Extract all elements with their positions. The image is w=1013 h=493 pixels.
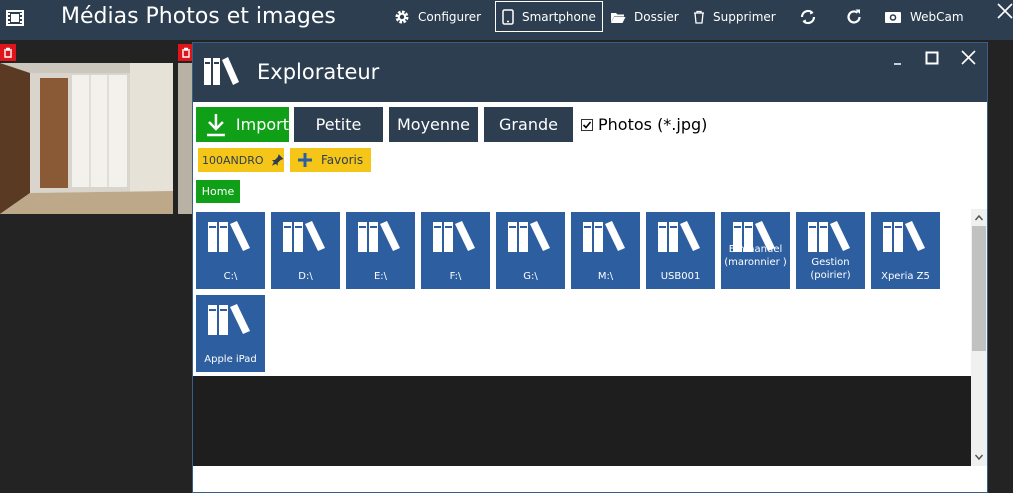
drive-label: C:\ <box>223 271 238 282</box>
drive-label: D:\ <box>298 271 313 282</box>
plus-icon <box>298 153 312 167</box>
books-icon <box>208 221 250 252</box>
chevron-up-icon[interactable] <box>974 213 984 223</box>
books-icon <box>433 221 475 252</box>
app-header: Médias Photos et images Configurer Smart… <box>0 0 1013 40</box>
configure-button[interactable]: Configurer <box>394 2 481 32</box>
sync-icon <box>800 9 816 25</box>
drive-label: Xperia Z5 <box>881 271 930 282</box>
explorer-title: Explorateur <box>257 60 380 84</box>
explorer-window: Explorateur Import Petite Moyenne Grande… <box>192 42 988 493</box>
folder-button[interactable]: Dossier <box>610 2 679 32</box>
photos-filter-checkbox[interactable] <box>581 118 593 131</box>
trash-icon <box>694 10 704 24</box>
drive-label: F:\ <box>449 271 462 282</box>
folder-open-icon <box>611 13 626 23</box>
photo-thumbnail[interactable] <box>0 63 173 214</box>
drive-label: Apple iPad <box>204 354 257 365</box>
minimize-icon[interactable] <box>893 55 903 65</box>
smartphone-button[interactable]: Smartphone <box>495 1 603 32</box>
preview-area <box>193 376 971 466</box>
drive-tile[interactable]: F:\ <box>421 212 490 289</box>
books-icon <box>658 221 700 252</box>
webcam-button[interactable]: WebCam <box>884 2 964 32</box>
check-icon <box>582 120 592 129</box>
photos-filter[interactable]: Photos (*.jpg) <box>581 115 707 134</box>
delete-label: Supprimer <box>713 10 776 24</box>
drive-label: USB001 <box>660 271 701 282</box>
refresh-button[interactable] <box>845 2 871 32</box>
books-icon <box>883 221 925 252</box>
breadcrumb-home[interactable]: Home <box>196 180 240 203</box>
books-icon <box>358 221 400 252</box>
import-label: Import <box>235 115 289 134</box>
size-large-button[interactable]: Grande <box>484 107 573 142</box>
drive-tile[interactable]: USB001 <box>646 212 715 289</box>
folder-label: Dossier <box>634 10 679 24</box>
drive-tile[interactable]: Gestion (poirier) <box>796 212 865 289</box>
explorer-header: Explorateur <box>193 43 987 102</box>
books-icon <box>808 221 850 252</box>
pinned-folder-label: 100ANDRO <box>202 153 264 167</box>
drive-grid: C:\ D:\ E:\ F:\ G:\ M:\ USB001 Emmanuel <box>193 209 971 375</box>
drive-label: Gestion (poirier) <box>810 257 851 281</box>
sync-button[interactable] <box>799 2 825 32</box>
size-medium-button[interactable]: Moyenne <box>389 107 478 142</box>
close-icon[interactable] <box>961 50 976 65</box>
gear-icon <box>395 10 409 24</box>
drive-tile[interactable]: G:\ <box>496 212 565 289</box>
room-photo <box>0 63 173 214</box>
trash-icon <box>4 47 12 58</box>
pin-icon <box>271 154 284 166</box>
maximize-icon[interactable] <box>925 51 939 65</box>
drive-tile[interactable]: M:\ <box>571 212 640 289</box>
favorites-label: Favoris <box>321 153 364 167</box>
import-button[interactable]: Import <box>196 107 289 142</box>
drive-label: E:\ <box>373 271 388 282</box>
app-title: Médias Photos et images <box>61 4 336 29</box>
scrollbar-thumb[interactable] <box>972 226 986 351</box>
drive-tile[interactable]: E:\ <box>346 212 415 289</box>
pinned-folder-button[interactable]: 100ANDRO <box>198 148 284 172</box>
drive-tile[interactable]: C:\ <box>196 212 265 289</box>
refresh-icon <box>847 9 861 24</box>
books-icon <box>283 221 325 252</box>
vertical-scrollbar[interactable] <box>971 209 987 466</box>
drive-tile[interactable]: Emmanuel (maronnier ) <box>721 212 790 289</box>
drive-tile[interactable]: Apple iPad <box>196 295 265 372</box>
books-icon <box>204 57 239 85</box>
photos-filter-label: Photos (*.jpg) <box>598 115 708 134</box>
books-icon <box>208 304 250 335</box>
drive-label: G:\ <box>523 271 538 282</box>
chevron-down-icon[interactable] <box>974 452 984 462</box>
smartphone-icon <box>502 8 514 25</box>
drive-label: Emmanuel (maronnier ) <box>724 244 787 268</box>
configure-label: Configurer <box>418 10 482 24</box>
books-icon <box>583 221 625 252</box>
favorites-button[interactable]: Favoris <box>290 148 371 172</box>
download-icon <box>206 113 225 136</box>
smartphone-label: Smartphone <box>522 9 596 24</box>
delete-button[interactable]: Supprimer <box>693 2 776 32</box>
books-icon <box>508 221 550 252</box>
film-icon <box>6 10 24 26</box>
delete-badge[interactable] <box>0 44 16 61</box>
webcam-label: WebCam <box>910 10 964 24</box>
camera-icon <box>885 12 901 23</box>
drive-tile[interactable]: Xperia Z5 <box>871 212 940 289</box>
size-small-button[interactable]: Petite <box>294 107 383 142</box>
drive-label: M:\ <box>597 271 614 282</box>
close-icon[interactable] <box>997 3 1013 19</box>
drive-tile[interactable]: D:\ <box>271 212 340 289</box>
trash-icon <box>182 47 190 58</box>
